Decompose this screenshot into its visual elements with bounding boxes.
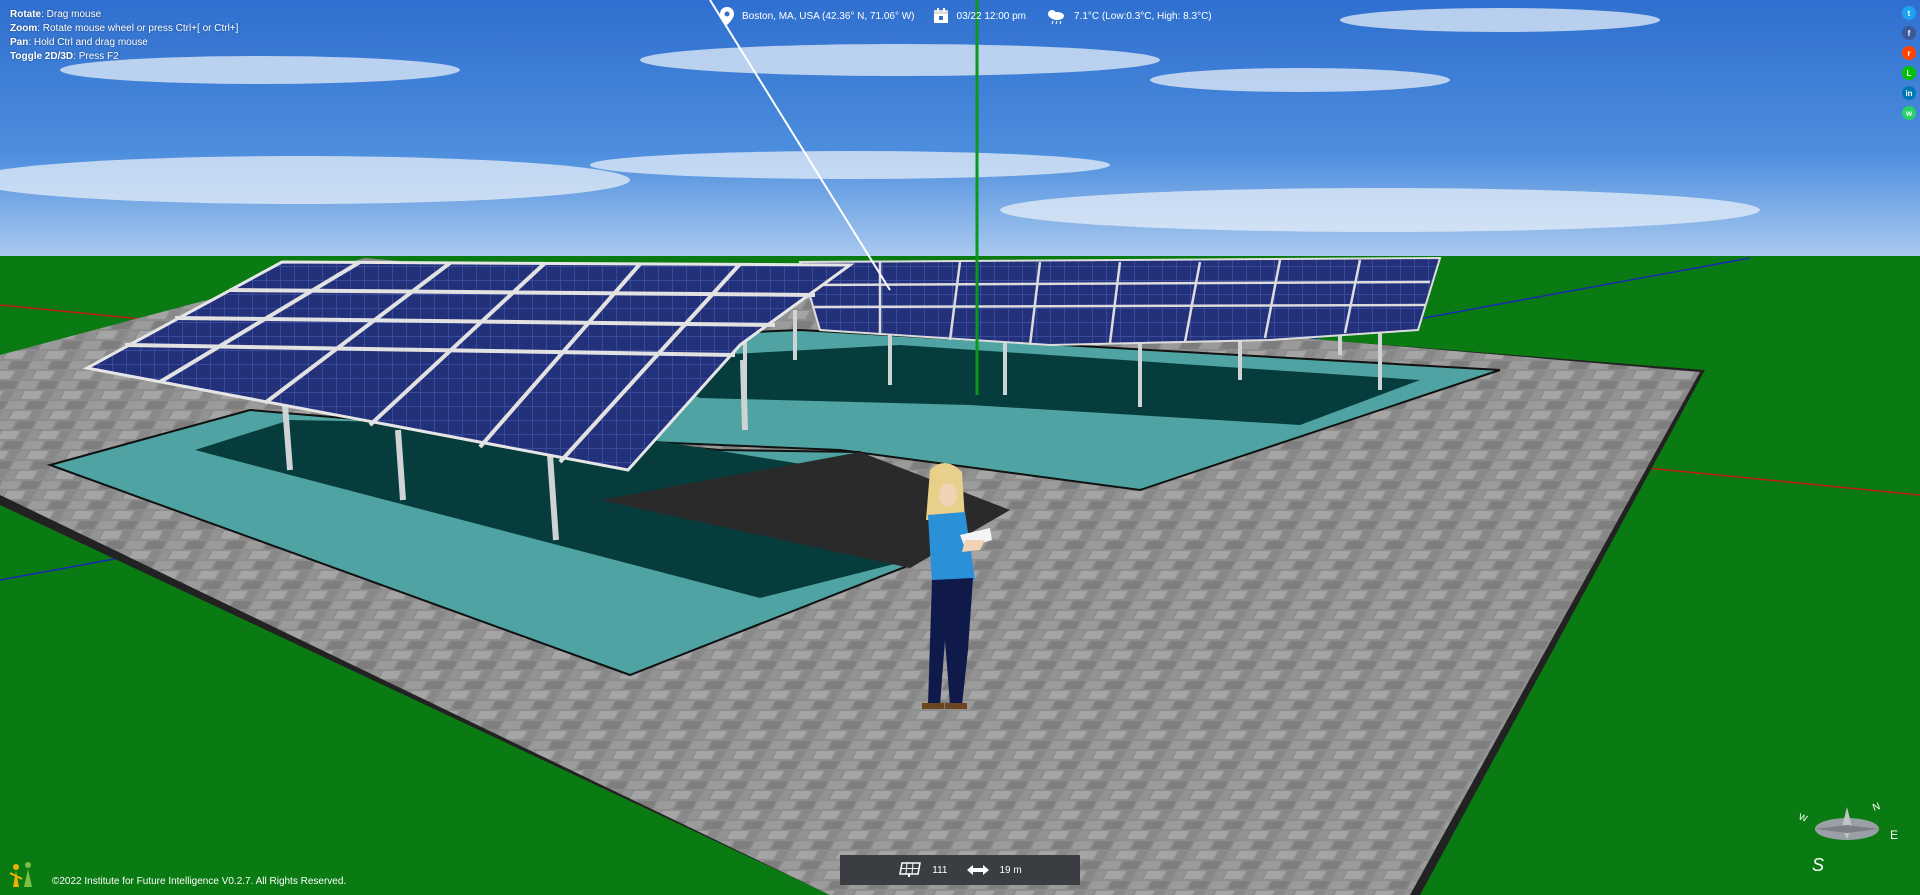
map-pin-icon: [720, 7, 734, 25]
help-rotate-label: Rotate: [10, 9, 42, 20]
date-item[interactable]: 03/22 12:00 pm: [933, 8, 1027, 24]
compass[interactable]: N E S W: [1792, 797, 1902, 877]
whatsapp-icon[interactable]: w: [1902, 106, 1916, 120]
help-toggle-text: : Press F2: [73, 51, 119, 62]
help-zoom-label: Zoom: [10, 23, 38, 34]
cloudy-rain-icon: [1048, 10, 1065, 25]
distance-value: 19 m: [999, 864, 1022, 876]
linkedin-icon[interactable]: in: [1902, 86, 1916, 100]
compass-east: E: [1890, 828, 1898, 842]
location-text: Boston, MA, USA (42.36° N, 71.06° W): [742, 10, 915, 22]
weather-text: 7.1°C (Low:0.3°C, High: 8.3°C): [1074, 10, 1212, 22]
twitter-icon[interactable]: t: [1902, 6, 1916, 20]
3d-viewport[interactable]: [0, 0, 1920, 895]
line-icon[interactable]: L: [1902, 66, 1916, 80]
ifi-logo-icon[interactable]: [8, 859, 38, 889]
help-toggle-label: Toggle 2D/3D: [10, 51, 74, 62]
help-zoom-text: : Rotate mouse wheel or press Ctrl+[ or …: [37, 23, 239, 34]
compass-north: N: [1871, 801, 1882, 814]
panel-count: 111: [932, 864, 948, 876]
datetime-text: 03/22 12:00 pm: [956, 10, 1027, 22]
help-rotate-text: : Drag mouse: [41, 9, 102, 20]
weather-item: 7.1°C (Low:0.3°C, High: 8.3°C): [1044, 7, 1212, 25]
compass-south: S: [1812, 855, 1824, 875]
location-item[interactable]: Boston, MA, USA (42.36° N, 71.06° W): [720, 7, 915, 25]
help-zoom: Zoom: Rotate mouse wheel or press Ctrl+[…: [10, 22, 238, 36]
help-rotate: Rotate: Drag mouse: [10, 8, 238, 22]
help-pan: Pan: Hold Ctrl and drag mouse: [10, 36, 238, 50]
reddit-icon[interactable]: r: [1902, 46, 1916, 60]
panel-count-item: 111: [898, 862, 947, 878]
help-pan-text: : Hold Ctrl and drag mouse: [28, 37, 148, 48]
compass-west: W: [1797, 811, 1809, 823]
info-bar: Boston, MA, USA (42.36° N, 71.06° W) 03/…: [720, 6, 1230, 26]
help-pan-label: Pan: [10, 37, 29, 48]
controls-help: Rotate: Drag mouse Zoom: Rotate mouse wh…: [10, 8, 238, 64]
social-share-bar: t f r L in w: [1902, 6, 1916, 120]
status-bar: 111 19 m: [840, 855, 1080, 885]
help-toggle: Toggle 2D/3D: Press F2: [10, 50, 238, 64]
solar-panel-icon: [899, 862, 922, 877]
calendar-icon: [933, 8, 948, 23]
footer: ©2022 Institute for Future Intelligence …: [8, 859, 346, 889]
copyright-text: ©2022 Institute for Future Intelligence …: [52, 876, 347, 887]
double-arrow-icon: [967, 865, 990, 875]
distance-item: 19 m: [967, 864, 1022, 876]
facebook-icon[interactable]: f: [1902, 26, 1916, 40]
